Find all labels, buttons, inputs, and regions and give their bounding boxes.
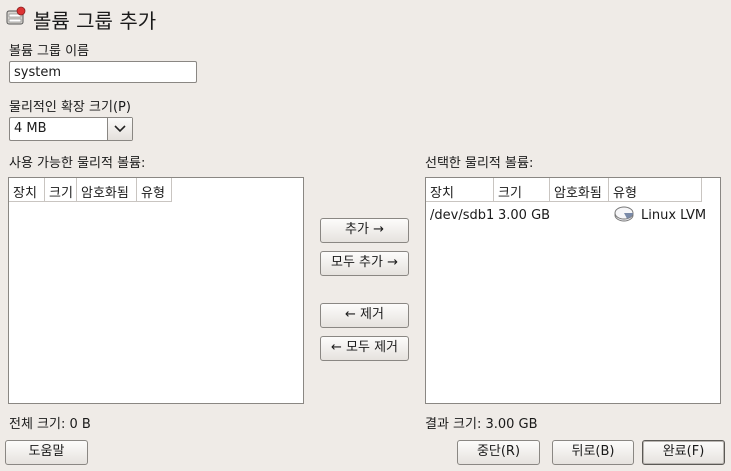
column-header-size[interactable]: 크기 bbox=[494, 178, 550, 202]
finish-button[interactable]: 완료(F) bbox=[642, 440, 725, 465]
add-button[interactable]: 추가 → bbox=[320, 218, 409, 243]
column-header-encrypted[interactable]: 암호화됨 bbox=[550, 178, 609, 202]
column-header-type[interactable]: 유형 bbox=[137, 178, 172, 202]
row-device: /dev/sdb1 bbox=[430, 208, 495, 223]
row-size: 3.00 GB bbox=[498, 208, 551, 223]
result-size-label: 결과 크기: 3.00 GB bbox=[425, 417, 538, 432]
vg-name-label: 볼륨 그룹 이름 bbox=[9, 44, 90, 59]
chevron-down-icon[interactable] bbox=[107, 118, 132, 140]
dialog-title: 볼륨 그룹 추가 bbox=[33, 9, 157, 33]
back-button[interactable]: 뒤로(B) bbox=[552, 440, 634, 465]
add-all-button[interactable]: 모두 추가 → bbox=[320, 251, 409, 276]
remove-all-button[interactable]: ← 모두 제거 bbox=[320, 336, 409, 361]
extent-size-label: 물리적인 확장 크기(P) bbox=[9, 100, 131, 115]
selected-volumes-list[interactable]: 장치 크기 암호화됨 유형 /dev/sdb1 3.00 GB Linux LV… bbox=[425, 177, 721, 404]
column-header-device[interactable]: 장치 bbox=[9, 178, 45, 202]
total-size-label: 전체 크기: 0 B bbox=[9, 417, 91, 432]
available-volumes-label: 사용 가능한 물리적 볼륨: bbox=[9, 156, 146, 171]
selected-volumes-label: 선택한 물리적 볼륨: bbox=[425, 156, 534, 171]
help-button[interactable]: 도움말 bbox=[5, 440, 88, 465]
row-type: Linux LVM bbox=[641, 208, 707, 223]
extent-size-value: 4 MB bbox=[14, 121, 47, 136]
available-volumes-list[interactable]: 장치 크기 암호화됨 유형 bbox=[8, 177, 304, 404]
column-header-type[interactable]: 유형 bbox=[609, 178, 702, 202]
abort-button[interactable]: 중단(R) bbox=[457, 440, 540, 465]
remove-button[interactable]: ← 제거 bbox=[320, 303, 409, 328]
vg-name-input[interactable] bbox=[9, 61, 197, 83]
volume-group-icon bbox=[5, 6, 27, 28]
extent-size-select[interactable]: 4 MB bbox=[9, 117, 133, 141]
column-header-device[interactable]: 장치 bbox=[426, 178, 494, 202]
disk-icon bbox=[614, 206, 636, 226]
column-header-encrypted[interactable]: 암호화됨 bbox=[77, 178, 137, 202]
column-header-size[interactable]: 크기 bbox=[45, 178, 77, 202]
